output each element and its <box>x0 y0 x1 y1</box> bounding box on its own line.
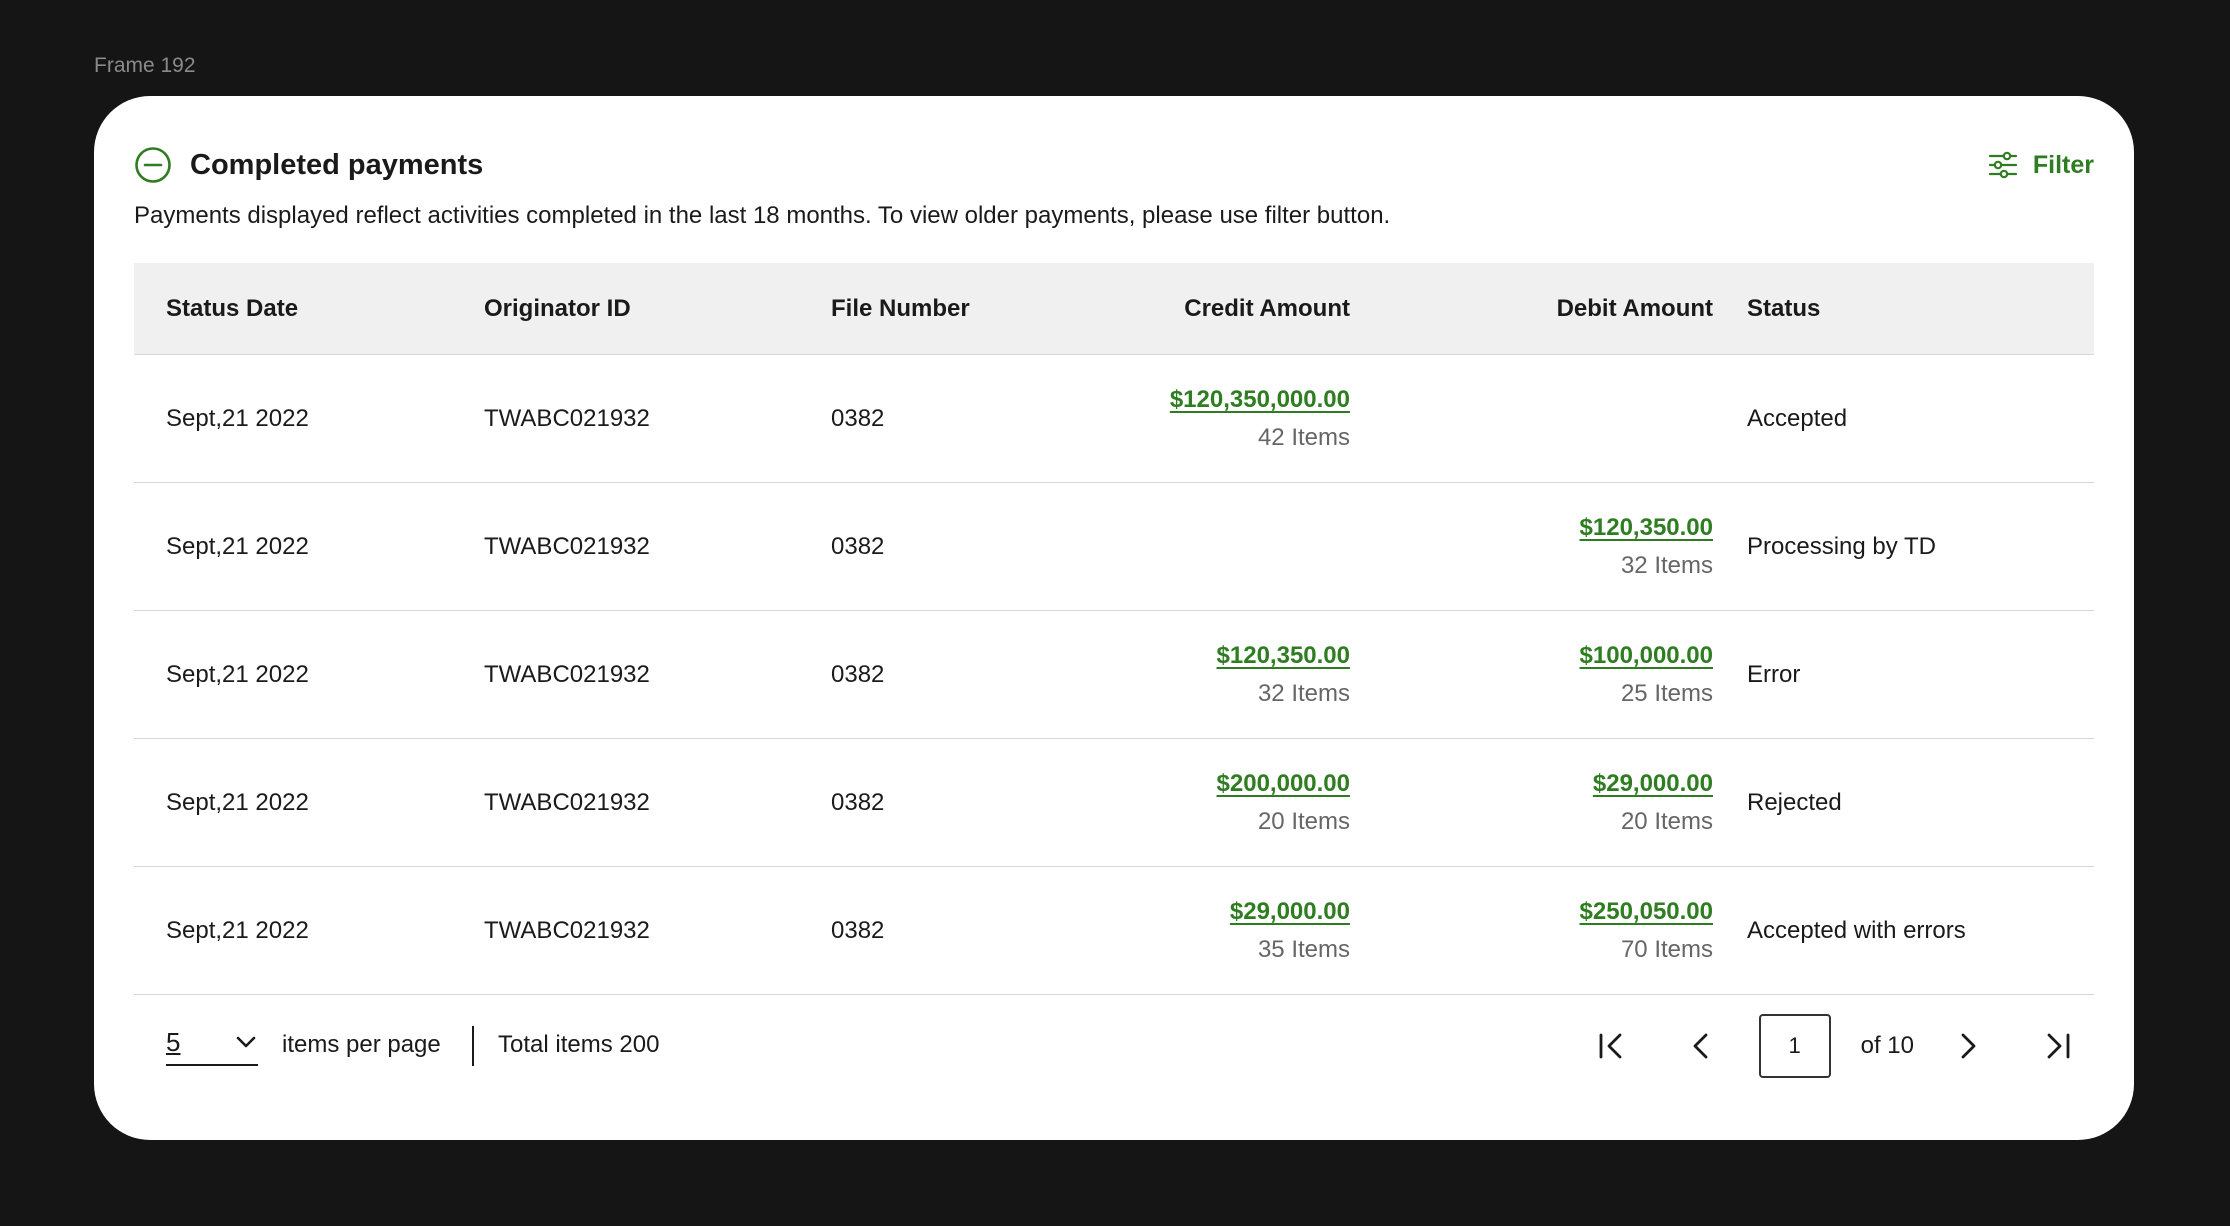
header-file-number[interactable]: File Number <box>831 295 970 323</box>
header-status-date[interactable]: Status Date <box>166 295 298 323</box>
debit-items-count: 20 Items <box>1620 807 1713 835</box>
debit-amount-link[interactable]: $250,050.00 <box>1580 898 1713 926</box>
table-header: Status Date Originator ID File Number Cr… <box>134 263 2094 355</box>
completed-payments-panel: Completed payments Filter Payments displ… <box>94 96 2134 1140</box>
frame-label: Frame 192 <box>94 54 196 77</box>
debit-amount-cell: $120,350.00 32 Items <box>1580 514 1713 580</box>
items-per-page-value: 5 <box>166 1026 181 1057</box>
credit-amount-link[interactable]: $200,000.00 <box>1217 770 1350 798</box>
panel-header: Completed payments Filter <box>134 142 2094 188</box>
originator-id-cell: TWABC021932 <box>484 916 650 944</box>
table-row[interactable]: Sept,21 2022 TWABC021932 0382 $200,000.0… <box>134 739 2094 867</box>
originator-id-cell: TWABC021932 <box>484 532 650 560</box>
file-number-cell: 0382 <box>831 788 885 816</box>
credit-items-count: 42 Items <box>1257 423 1350 451</box>
status-cell: Accepted with errors <box>1747 916 1966 944</box>
table-row[interactable]: Sept,21 2022 TWABC021932 0382 $120,350,0… <box>134 355 2094 483</box>
chevron-down-icon <box>234 1030 258 1054</box>
status-date-cell: Sept,21 2022 <box>166 660 309 688</box>
prev-page-icon[interactable] <box>1681 1026 1721 1066</box>
credit-amount-cell: $29,000.00 35 Items <box>1230 898 1350 964</box>
file-number-cell: 0382 <box>831 660 885 688</box>
credit-amount-link[interactable]: $29,000.00 <box>1230 898 1350 926</box>
debit-amount-cell: $100,000.00 25 Items <box>1580 642 1713 708</box>
items-per-page-select[interactable]: 5 <box>166 1020 258 1066</box>
debit-amount-cell: $29,000.00 20 Items <box>1593 770 1713 836</box>
credit-amount-cell: $120,350,000.00 42 Items <box>1170 386 1350 452</box>
debit-amount-cell: $250,050.00 70 Items <box>1580 898 1713 964</box>
status-cell: Rejected <box>1747 788 1842 816</box>
filter-label: Filter <box>2032 150 2094 179</box>
file-number-cell: 0382 <box>831 404 885 432</box>
file-number-cell: 0382 <box>831 532 885 560</box>
credit-items-count: 20 Items <box>1257 807 1350 835</box>
table-footer: 5 items per page Total items 200 1 of 10 <box>134 1014 2094 1078</box>
status-date-cell: Sept,21 2022 <box>166 916 309 944</box>
pagination-controls: of 10 <box>1591 1014 2078 1078</box>
debit-items-count: 25 Items <box>1620 679 1713 707</box>
page-number-input[interactable] <box>1758 1014 1831 1078</box>
table-row[interactable]: Sept,21 2022 TWABC021932 0382 $120,350.0… <box>134 611 2094 739</box>
panel-title: Completed payments <box>190 148 484 181</box>
debit-items-count: 70 Items <box>1620 935 1713 963</box>
items-per-page-label: items per page <box>282 1031 441 1058</box>
first-page-icon[interactable] <box>1591 1026 1631 1066</box>
credit-amount-cell: $120,350.00 32 Items <box>1217 642 1350 708</box>
last-page-icon[interactable] <box>2038 1026 2078 1066</box>
header-originator-id[interactable]: Originator ID <box>484 295 631 323</box>
panel-description: Payments displayed reflect activities co… <box>134 202 1391 229</box>
debit-amount-link[interactable]: $120,350.00 <box>1580 514 1713 542</box>
credit-amount-cell: $200,000.00 20 Items <box>1217 770 1350 836</box>
table-row[interactable]: Sept,21 2022 TWABC021932 0382 $29,000.00… <box>134 867 2094 995</box>
filter-button[interactable]: Filter <box>1987 149 2094 181</box>
status-date-cell: Sept,21 2022 <box>166 532 309 560</box>
file-number-cell: 0382 <box>831 916 885 944</box>
credit-amount-link[interactable]: $120,350,000.00 <box>1170 386 1350 414</box>
status-date-cell: Sept,21 2022 <box>166 788 309 816</box>
header-debit-amount[interactable]: Debit Amount <box>1557 295 1713 323</box>
originator-id-cell: TWABC021932 <box>484 660 650 688</box>
originator-id-cell: TWABC021932 <box>484 404 650 432</box>
debit-items-count: 32 Items <box>1620 551 1713 579</box>
status-date-cell: Sept,21 2022 <box>166 404 309 432</box>
header-credit-amount[interactable]: Credit Amount <box>1184 295 1350 323</box>
status-cell: Accepted <box>1747 404 1848 432</box>
table-row[interactable]: Sept,21 2022 TWABC021932 0382 $120,350.0… <box>134 483 2094 611</box>
credit-amount-link[interactable]: $120,350.00 <box>1217 642 1350 670</box>
collapse-circle-icon[interactable] <box>134 146 172 184</box>
next-page-icon[interactable] <box>1948 1026 1988 1066</box>
filter-sliders-icon <box>1987 149 2019 181</box>
footer-divider <box>472 1026 474 1066</box>
originator-id-cell: TWABC021932 <box>484 788 650 816</box>
title-group: Completed payments <box>134 146 483 184</box>
header-status[interactable]: Status <box>1747 295 1820 323</box>
page-count-label: of 10 <box>1860 1032 1914 1059</box>
status-cell: Processing by TD <box>1747 532 1936 560</box>
credit-items-count: 35 Items <box>1257 935 1350 963</box>
status-cell: Error <box>1747 660 1801 688</box>
credit-items-count: 32 Items <box>1257 679 1350 707</box>
debit-amount-link[interactable]: $29,000.00 <box>1593 770 1713 798</box>
debit-amount-link[interactable]: $100,000.00 <box>1580 642 1713 670</box>
payments-table: Status Date Originator ID File Number Cr… <box>134 263 2094 995</box>
total-items: Total items 200 <box>498 1031 660 1058</box>
